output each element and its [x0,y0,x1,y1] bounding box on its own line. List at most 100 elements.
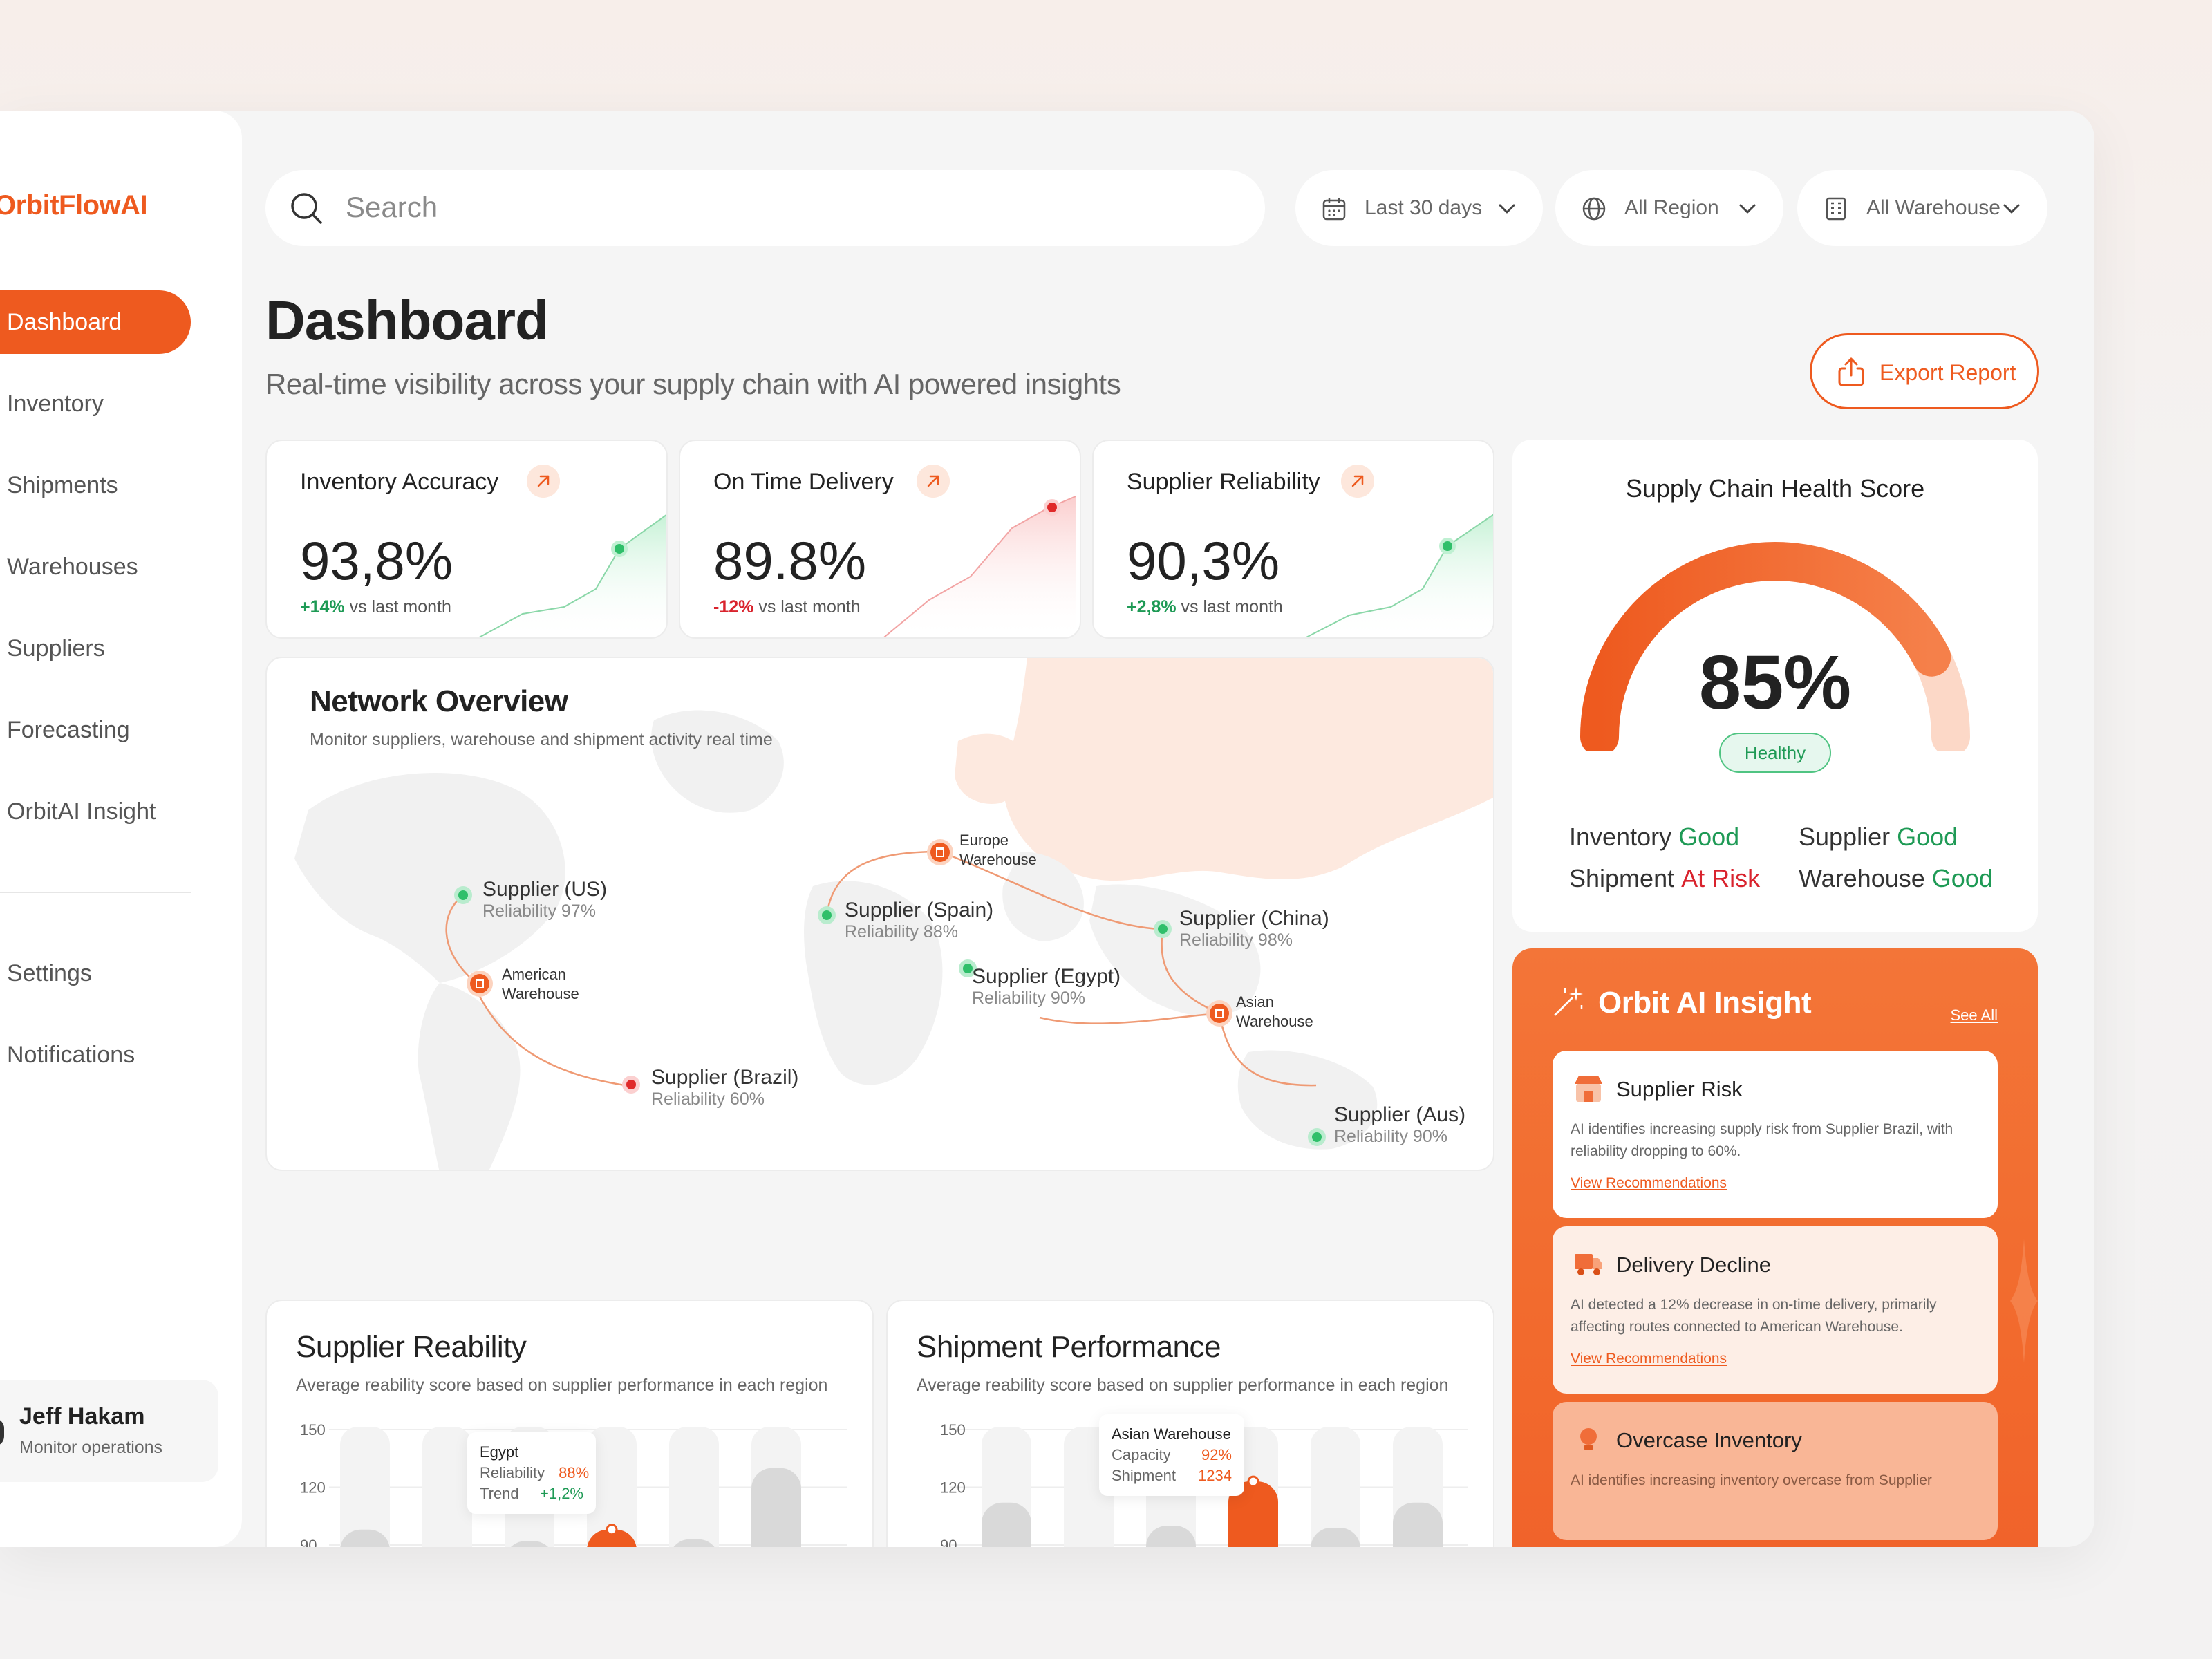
chart-subtitle: Average reability score based on supplie… [917,1376,1449,1395]
kpi-delta: -12% vs last month [713,597,861,617]
sidebar-item-inventory[interactable]: Inventory [0,372,191,435]
sidebar-item-shipments[interactable]: Shipments [0,453,191,517]
supplier-marker[interactable] [454,886,472,904]
shipment-performance-chart: 150 120 90 60 Shipment Performance Average … [886,1300,1494,1547]
supplier-label-spain: Supplier (Spain) Reliability 88% [845,899,993,942]
kpi-value: 89.8% [713,530,867,591]
chart-tooltip: Asian Warehouse Capacity 92% Shipment 1234 [1099,1414,1244,1496]
tooltip-title: Asian Warehouse [1112,1425,1231,1443]
tooltip-label: Capacity [1112,1446,1171,1463]
y-tick-label: 90 [300,1537,317,1547]
sidebar-item-suppliers[interactable]: Suppliers [0,617,191,680]
insight-card-body: AI detected a 12% decrease in on-time de… [1571,1297,1937,1335]
sidebar-item-warehouses[interactable]: Warehouses [0,535,191,599]
health-item-label: Shipment [1569,864,1675,892]
sidebar-item-notifications[interactable]: Notifications [0,1023,191,1087]
warehouse-label-europe: Europe Warehouse [959,831,1037,870]
ai-insight-title: Orbit AI Insight [1598,986,1812,1020]
view-recommendations-link[interactable]: View Recommendations [1571,1175,1727,1192]
network-subtitle: Monitor suppliers, warehouse and shipmen… [310,730,773,749]
bar-track [422,1427,472,1547]
bar[interactable] [751,1468,801,1547]
kpi-delta-text: vs last month [349,597,451,617]
kpi-delta-value: +2,8% [1127,597,1177,617]
bar[interactable] [1393,1502,1443,1547]
warehouse-icon [476,979,484,988]
see-all-link[interactable]: See All [1951,1006,1998,1024]
insight-card-delivery-decline[interactable]: Delivery Decline AI detected a 12% decre… [1553,1226,1998,1394]
supplier-marker[interactable] [818,906,836,924]
health-item-label: Warehouse [1799,864,1925,892]
chart-title: Supplier Reability [296,1330,527,1364]
health-item-inventory: Inventory Good [1569,823,1739,852]
export-report-button[interactable]: Export Report [1810,333,2039,409]
search-icon [291,193,322,224]
user-profile[interactable]: Jeff Hakam Monitor operations [0,1380,218,1482]
warehouse-marker[interactable] [927,839,953,865]
chart-subtitle: Average reability score based on supplie… [296,1376,828,1395]
y-tick-label: 90 [940,1537,957,1547]
search-bar[interactable]: Search [265,170,1265,246]
page-title: Dashboard [265,290,549,351]
supplier-marker[interactable] [622,1076,640,1094]
region-filter[interactable]: All Region [1555,170,1783,246]
app-window: OrbitFlowAI Dashboard Inventory Shipment… [0,111,2094,1547]
health-item-status: Good [1931,864,1993,892]
y-tick-label: 120 [300,1479,326,1497]
chevron-down-icon [2003,204,2020,214]
health-score-card: Supply Chain Health Score 85% Healthy In… [1512,440,2038,932]
warehouse-filter[interactable]: All Warehouse [1797,170,2047,246]
kpi-delta-text: vs last month [1181,597,1283,617]
y-tick-label: 120 [940,1479,966,1497]
warehouse-icon [936,847,944,857]
search-input[interactable]: Search [346,191,438,224]
insight-card-supplier-risk[interactable]: Supplier Risk AI identifies increasing s… [1553,1051,1998,1218]
kpi-delta-value: -12% [713,597,754,617]
warehouse-label-asian: Asian Warehouse [1236,993,1313,1031]
kpi-value: 93,8% [300,530,453,591]
supplier-label-brazil: Supplier (Brazil) Reliability 60% [651,1066,798,1109]
export-report-label: Export Report [1880,360,2016,385]
sidebar-item-settings[interactable]: Settings [0,941,191,1005]
kpi-card-supplier-reliability[interactable]: Supplier Reliability 90,3% +2,8% vs last… [1092,440,1494,639]
supplier-reliability: Reliability 88% [845,922,958,941]
kpi-card-on-time-delivery[interactable]: On Time Delivery 89.8% -12% vs last mont… [679,440,1081,639]
kpi-delta-text: vs last month [758,597,861,617]
tooltip-label: Shipment [1112,1467,1176,1484]
sidebar-item-orbitai-insight[interactable]: OrbitAI Insight [0,780,191,843]
sidebar-item-forecasting[interactable]: Forecasting [0,698,191,762]
warehouse-marker[interactable] [467,971,493,997]
network-overview-card: Network Overview Monitor suppliers, ware… [265,657,1494,1171]
magic-wand-icon [1554,987,1583,1016]
supplier-name: Supplier (China) [1179,907,1329,930]
health-item-supplier: Supplier Good [1799,823,1958,852]
building-icon [1826,197,1846,221]
view-recommendations-link[interactable]: View Recommendations [1571,1351,1727,1367]
warehouse-marker[interactable] [1206,1000,1232,1027]
insight-card-body: AI identifies increasing supply risk fro… [1571,1121,1953,1159]
sidebar-item-dashboard[interactable]: Dashboard [0,290,191,354]
warehouse-icon [1215,1009,1224,1018]
supplier-marker[interactable] [1154,920,1172,938]
lightbulb-icon [1580,1428,1597,1450]
tooltip-value: +1,2% [540,1485,583,1502]
supplier-label-us: Supplier (US) Reliability 97% [482,878,607,921]
warehouse-type: Warehouse [959,851,1037,868]
region-filter-label: All Region [1624,196,1719,219]
warehouse-name: Europe [959,832,1009,849]
tooltip-title: Egypt [480,1443,519,1461]
supplier-marker[interactable] [1308,1128,1326,1146]
store-icon [1575,1076,1602,1102]
kpi-card-inventory-accuracy[interactable]: Inventory Accuracy 93,8% +14% vs last mo… [265,440,668,639]
date-filter[interactable]: Last 30 days [1295,170,1543,246]
supplier-reliability: Reliability 90% [972,988,1085,1008]
sparkline-chart [883,496,1076,637]
user-role: Monitor operations [19,1438,163,1457]
health-item-status: Good [1897,823,1958,851]
sidebar-divider [0,892,191,893]
tooltip-value: 88% [559,1464,590,1481]
kpi-title: On Time Delivery [713,469,894,495]
bar[interactable] [982,1502,1031,1547]
avatar [0,1418,4,1446]
insight-card-overcase-inventory[interactable]: Overcase Inventory AI identifies increas… [1553,1402,1998,1540]
